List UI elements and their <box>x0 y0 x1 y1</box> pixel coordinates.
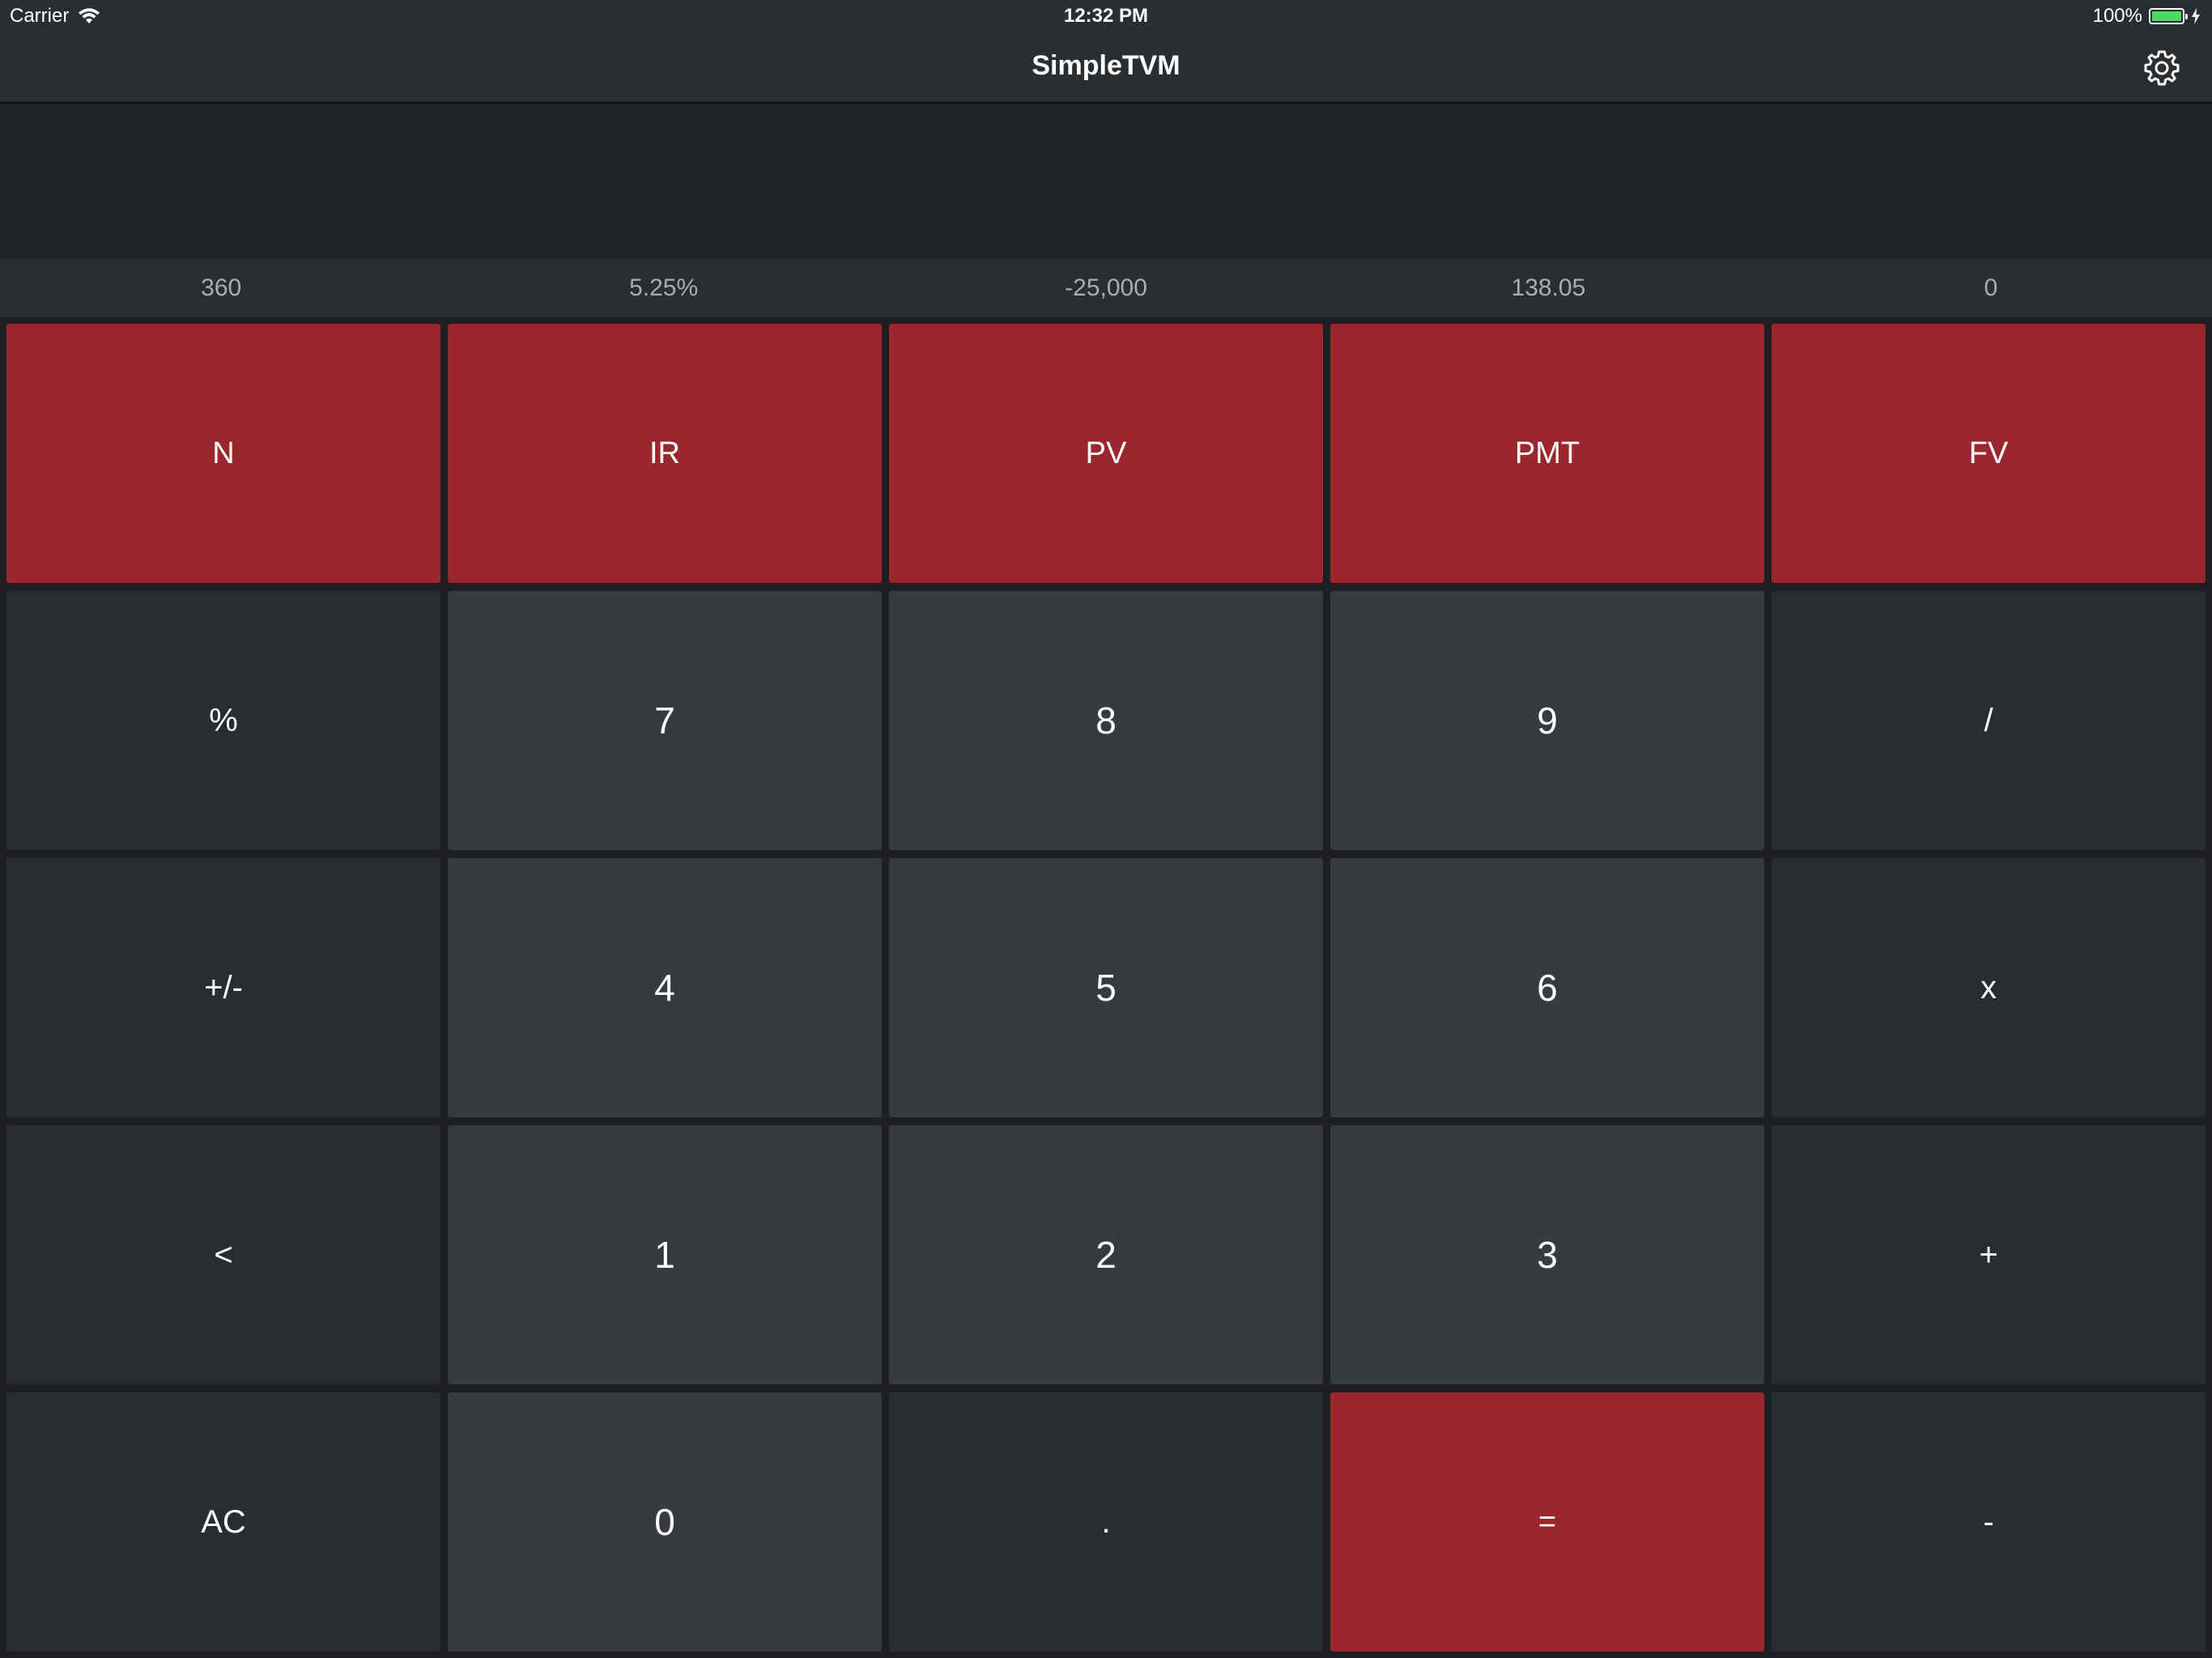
digit-7-button[interactable]: 7 <box>448 591 882 850</box>
digit-8-button[interactable]: 8 <box>889 591 1323 850</box>
digit-2-button[interactable]: 2 <box>889 1125 1323 1384</box>
calculator-display <box>0 104 2212 259</box>
settings-button[interactable] <box>2142 49 2181 87</box>
battery-fill <box>2152 11 2181 21</box>
keypad: N IR PV PMT FV % 7 8 9 / +/- 4 5 6 x < 1… <box>6 324 2206 1652</box>
fv-value: 0 <box>1984 274 1998 301</box>
digit-3-button[interactable]: 3 <box>1330 1125 1764 1384</box>
pmt-button[interactable]: PMT <box>1330 324 1764 583</box>
pv-value: -25,000 <box>1065 274 1147 301</box>
digit-6-button[interactable]: 6 <box>1330 858 1764 1117</box>
battery-percentage: 100% <box>2092 5 2142 27</box>
digit-5-button[interactable]: 5 <box>889 858 1323 1117</box>
charging-bolt-icon <box>2192 8 2200 24</box>
plus-button[interactable]: + <box>1772 1125 2206 1384</box>
status-bar: Carrier 12:32 PM 100% <box>0 0 2212 34</box>
decimal-button[interactable]: . <box>889 1392 1323 1652</box>
minus-button[interactable]: - <box>1772 1392 2206 1652</box>
tvm-values-row: 360 5.25% -25,000 138.05 0 <box>0 259 2212 317</box>
fv-button[interactable]: FV <box>1772 324 2206 583</box>
status-time: 12:32 PM <box>1063 5 1149 27</box>
app-title: SimpleTVM <box>1032 50 1180 81</box>
plus-minus-button[interactable]: +/- <box>6 858 440 1117</box>
digit-0-button[interactable]: 0 <box>448 1392 882 1652</box>
battery-nub <box>2185 14 2188 19</box>
divide-button[interactable]: / <box>1772 591 2206 850</box>
clear-button[interactable]: AC <box>6 1392 440 1652</box>
digit-9-button[interactable]: 9 <box>1330 591 1764 850</box>
equals-button[interactable]: = <box>1330 1392 1764 1652</box>
gear-icon <box>2144 50 2180 86</box>
ir-button[interactable]: IR <box>448 324 882 583</box>
backspace-button[interactable]: < <box>6 1125 440 1384</box>
pv-button[interactable]: PV <box>889 324 1323 583</box>
digit-4-button[interactable]: 4 <box>448 858 882 1117</box>
n-value: 360 <box>201 274 242 301</box>
calculator-app: Carrier 12:32 PM 100% SimpleTVM 360 5.25… <box>0 0 2212 1658</box>
pmt-value: 138.05 <box>1511 274 1586 301</box>
multiply-button[interactable]: x <box>1772 858 2206 1117</box>
navigation-bar: SimpleTVM <box>0 34 2212 104</box>
status-right: 100% <box>2093 5 2201 28</box>
digit-1-button[interactable]: 1 <box>448 1125 882 1384</box>
battery-icon <box>2149 8 2188 24</box>
n-button[interactable]: N <box>6 324 440 583</box>
percent-button[interactable]: % <box>6 591 440 850</box>
ir-value: 5.25% <box>629 274 699 301</box>
